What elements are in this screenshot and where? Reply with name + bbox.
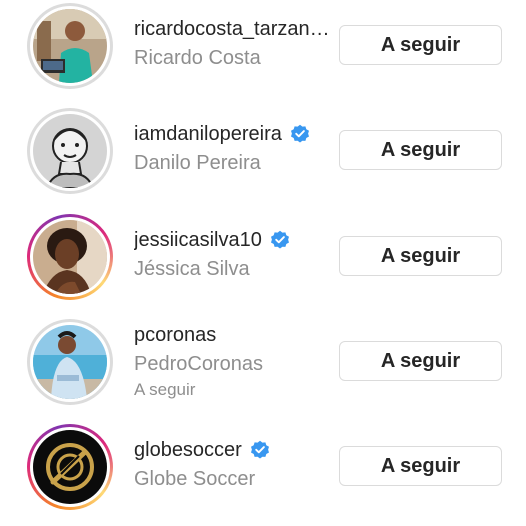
- avatar[interactable]: [27, 108, 113, 194]
- avatar[interactable]: [27, 319, 113, 405]
- account-info: globesoccer Globe Soccer: [134, 435, 334, 493]
- following-button[interactable]: A seguir: [339, 130, 502, 170]
- avatar[interactable]: [27, 3, 113, 89]
- following-button[interactable]: A seguir: [339, 446, 502, 486]
- following-button[interactable]: A seguir: [339, 25, 502, 65]
- username[interactable]: ricardocosta_tarzan…: [134, 18, 330, 41]
- list-item[interactable]: jessiicasilva10 Jéssica Silva A seguir: [0, 211, 526, 316]
- verified-badge-icon: [250, 440, 269, 459]
- verified-badge-icon: [270, 230, 289, 249]
- account-info: ricardocosta_tarzan… Ricardo Costa: [134, 14, 334, 72]
- username[interactable]: pcoronas: [134, 324, 216, 347]
- following-list: ricardocosta_tarzan… Ricardo Costa A seg…: [0, 0, 526, 519]
- full-name: Jéssica Silva: [134, 258, 250, 280]
- full-name: PedroCoronas: [134, 353, 263, 375]
- full-name: Globe Soccer: [134, 468, 256, 490]
- following-button[interactable]: A seguir: [339, 341, 502, 381]
- following-button[interactable]: A seguir: [339, 236, 502, 276]
- username[interactable]: jessiicasilva10: [134, 229, 262, 252]
- username[interactable]: iamdanilopereira: [134, 123, 282, 146]
- account-info: pcoronas PedroCoronas A seguir: [134, 320, 334, 402]
- full-name: Ricardo Costa: [134, 47, 261, 69]
- list-item[interactable]: iamdanilopereira Danilo Pereira A seguir: [0, 105, 526, 210]
- list-item[interactable]: globesoccer Globe Soccer A seguir: [0, 421, 526, 526]
- globe-soccer-logo-icon: [33, 430, 107, 504]
- avatar[interactable]: [27, 424, 113, 510]
- username[interactable]: globesoccer: [134, 439, 242, 462]
- list-item[interactable]: pcoronas PedroCoronas A seguir A seguir: [0, 316, 526, 421]
- follow-status-text: A seguir: [134, 380, 196, 399]
- full-name: Danilo Pereira: [134, 152, 261, 174]
- account-info: jessiicasilva10 Jéssica Silva: [134, 225, 334, 283]
- list-item[interactable]: ricardocosta_tarzan… Ricardo Costa A seg…: [0, 0, 526, 105]
- account-info: iamdanilopereira Danilo Pereira: [134, 119, 334, 177]
- verified-badge-icon: [290, 124, 309, 143]
- avatar[interactable]: [27, 214, 113, 300]
